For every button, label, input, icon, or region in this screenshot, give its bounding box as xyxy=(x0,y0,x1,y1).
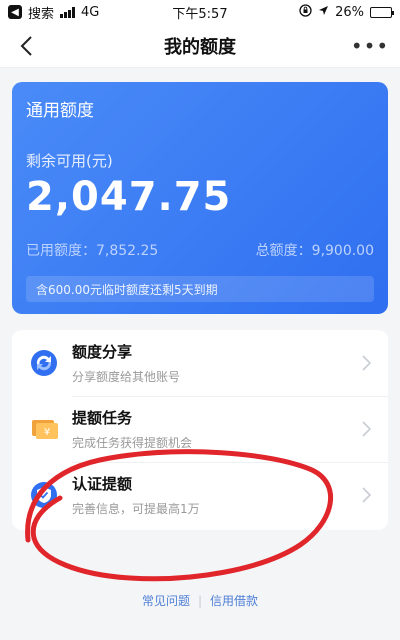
list-item-title: 额度分享 xyxy=(72,343,133,361)
verify-quota-text: 认证提额 完善信息，可提最高1万 xyxy=(72,473,200,517)
quota-task-text: 提额任务 完成任务获得提额机会 xyxy=(72,407,192,451)
total-quota-label: 总额度： xyxy=(255,243,312,259)
screen: ◀ 搜索 4G 下午5:57 26% 我的额度 ••• 通用额度 剩余可用(元)… xyxy=(0,0,400,640)
faq-link[interactable]: 常见问题 xyxy=(142,594,190,608)
temporary-quota-notice: 含600.00元临时额度还剩5天到期 xyxy=(26,276,374,302)
list-item-verify-quota[interactable]: 认证提额 完善信息，可提最高1万 xyxy=(12,462,388,528)
list-item-desc: 完善信息，可提最高1万 xyxy=(72,502,200,516)
battery-icon xyxy=(370,6,394,18)
carrier-label: 搜索 xyxy=(28,6,55,22)
status-bar: ◀ 搜索 4G 下午5:57 26% xyxy=(0,0,400,24)
credit-loan-link[interactable]: 信用借款 xyxy=(210,594,258,608)
back-to-app-icon[interactable]: ◀ xyxy=(8,5,22,19)
svg-text:¥: ¥ xyxy=(44,427,50,438)
status-left: ◀ 搜索 4G xyxy=(8,3,148,22)
list-item-desc: 完成任务获得提额机会 xyxy=(72,436,193,450)
card-title: 通用额度 xyxy=(26,101,94,121)
verify-icon xyxy=(31,482,57,508)
list-item-desc: 分享额度给其他账号 xyxy=(72,370,181,384)
chevron-right-icon xyxy=(362,355,372,371)
available-amount: 2,047.75 xyxy=(26,174,232,220)
more-options-button[interactable]: ••• xyxy=(351,34,388,58)
signal-icon xyxy=(60,6,76,18)
used-quota-label: 已用额度： xyxy=(26,243,96,259)
chevron-right-icon xyxy=(362,487,372,503)
available-label: 剩余可用(元) xyxy=(26,152,113,170)
status-time: 下午5:57 xyxy=(172,6,228,22)
status-right: 26% xyxy=(252,3,394,21)
share-quota-text: 额度分享 分享额度给其他账号 xyxy=(72,341,180,385)
quota-card: 通用额度 剩余可用(元) 2,047.75 已用额度：7,852.25 总额度：… xyxy=(12,82,388,314)
nav-bar: 我的额度 ••• xyxy=(0,24,400,68)
orientation-lock-icon xyxy=(299,3,312,21)
list-item-quota-task[interactable]: ¥ 提额任务 完成任务获得提额机会 xyxy=(12,396,388,462)
chevron-left-icon xyxy=(20,36,32,56)
location-icon xyxy=(318,5,329,20)
used-quota-value: 7,852.25 xyxy=(96,243,159,259)
footer-divider: | xyxy=(197,594,203,608)
total-quota: 总额度：9,900.00 xyxy=(256,240,374,260)
network-label: 4G xyxy=(81,4,100,20)
task-icon: ¥ xyxy=(32,420,58,439)
list-item-share-quota[interactable]: 额度分享 分享额度给其他账号 xyxy=(12,330,388,396)
action-list: 额度分享 分享额度给其他账号 ¥ 提额任务 完成任务获得提额机会 认证提额 完善… xyxy=(12,330,388,530)
share-quota-icon xyxy=(31,350,57,376)
page-title: 我的额度 xyxy=(164,36,236,58)
list-item-title: 提额任务 xyxy=(72,409,133,427)
back-button[interactable] xyxy=(14,34,38,58)
list-item-title: 认证提额 xyxy=(72,475,133,493)
chevron-right-icon xyxy=(362,421,372,437)
battery-percent: 26% xyxy=(335,4,364,20)
footer-links: 常见问题 | 信用借款 xyxy=(0,592,400,609)
total-quota-value: 9,900.00 xyxy=(311,243,374,259)
used-quota: 已用额度：7,852.25 xyxy=(26,240,158,260)
